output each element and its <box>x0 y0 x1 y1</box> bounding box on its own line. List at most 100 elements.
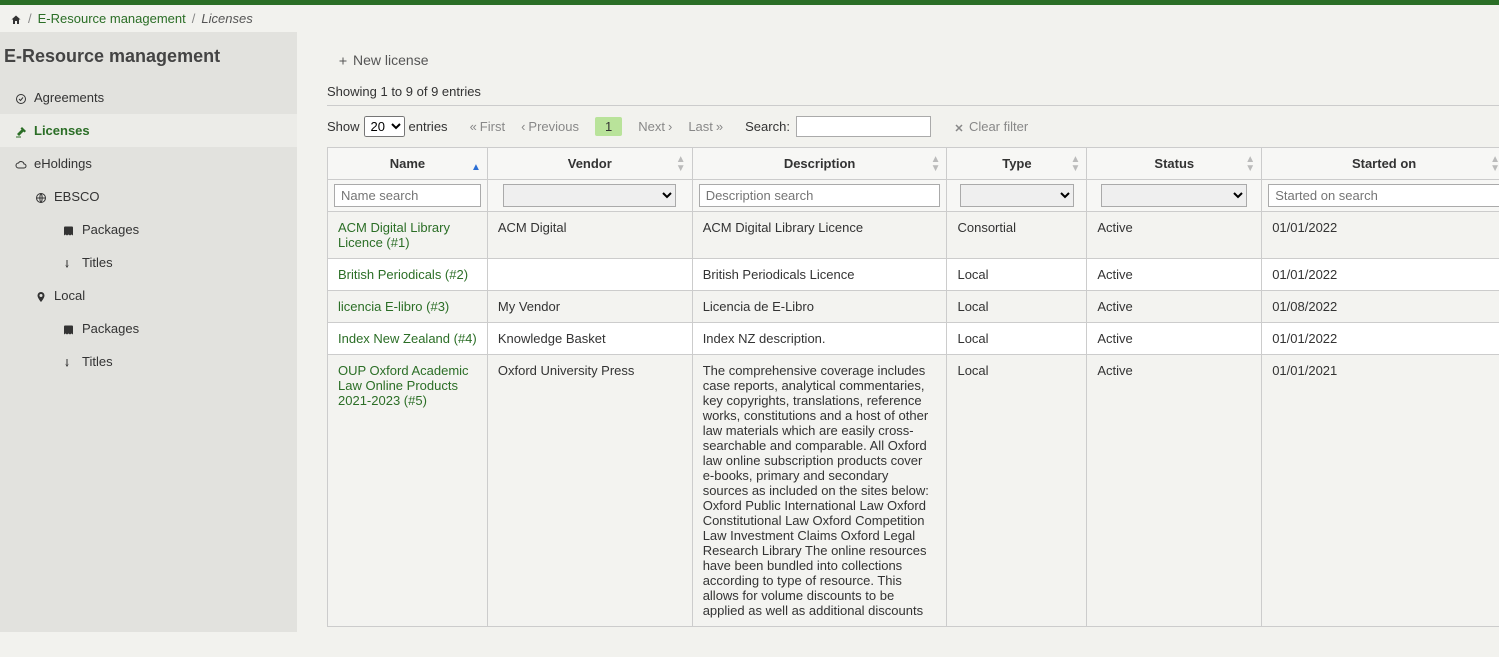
double-chevron-right-icon: » <box>716 119 723 134</box>
next-page-button[interactable]: Next › <box>638 119 672 134</box>
home-icon <box>10 11 22 26</box>
sidebar-item-licenses[interactable]: Licenses <box>0 114 297 147</box>
sidebar-item-label: Titles <box>82 354 113 369</box>
sort-asc-icon: ▲ <box>471 162 481 173</box>
sidebar-item-eholdings[interactable]: eHoldings <box>0 147 297 180</box>
filter-description-input[interactable] <box>699 184 941 207</box>
breadcrumb-erm[interactable]: E-Resource management <box>38 11 186 26</box>
table-row: licencia E-libro (#3)My VendorLicencia d… <box>328 291 1499 323</box>
pin-icon <box>34 288 48 303</box>
showing-entries-text: Showing 1 to 9 of 9 entries <box>327 74 1499 106</box>
license-name-link[interactable]: British Periodicals (#2) <box>338 267 468 282</box>
cell-status: Active <box>1087 291 1262 323</box>
column-header-type[interactable]: Type ▲▼ <box>947 148 1087 180</box>
sort-icon <box>62 255 76 270</box>
cell-type: Local <box>947 259 1087 291</box>
license-name-link[interactable]: OUP Oxford Academic Law Online Products … <box>338 363 469 408</box>
sidebar-item-titles[interactable]: Titles <box>0 246 297 279</box>
column-header-started[interactable]: Started on ▲▼ <box>1262 148 1499 180</box>
table-row: ACM Digital Library Licence (#1) ACM Digi… <box>328 212 1499 259</box>
breadcrumb-home[interactable] <box>10 11 22 26</box>
table-controls: Show 20 entries « First ‹ Previous 1 Nex… <box>327 106 1499 147</box>
license-name-link[interactable]: Index New Zealand (#4) <box>338 331 477 346</box>
search-label: Search: <box>745 119 790 134</box>
cell-desc: Licencia de E-Libro <box>692 291 947 323</box>
pagination: « First ‹ Previous 1 Next › Last » <box>470 117 724 136</box>
cell-name: ACM Digital Library Licence (#1) <box>328 212 488 259</box>
cell-name: licencia E-libro (#3) <box>328 291 488 323</box>
cell-name: OUP Oxford Academic Law Online Products … <box>328 355 488 627</box>
breadcrumb-current: Licenses <box>201 11 252 26</box>
sidebar-item-agreements[interactable]: Agreements <box>0 81 297 114</box>
first-page-button[interactable]: « First <box>470 119 506 134</box>
filter-vendor-select[interactable] <box>503 184 676 207</box>
sidebar-item-ebsco[interactable]: EBSCO <box>0 180 297 213</box>
double-chevron-left-icon: « <box>470 119 477 134</box>
book-icon <box>62 222 76 237</box>
page-size-select[interactable]: 20 <box>364 116 405 137</box>
license-name-link[interactable]: ACM Digital Library Licence (#1) <box>338 220 450 250</box>
cell-status: Active <box>1087 212 1262 259</box>
table-row: British Periodicals (#2) British Periodic… <box>328 259 1499 291</box>
sort-icon <box>62 354 76 369</box>
previous-page-button[interactable]: ‹ Previous <box>521 119 579 134</box>
cell-type: Consortial <box>947 212 1087 259</box>
cell-desc: The comprehensive coverage includes case… <box>692 355 947 627</box>
new-license-button[interactable]: New license <box>337 52 428 68</box>
license-name-link[interactable]: licencia E-libro (#3) <box>338 299 449 314</box>
cloud-icon <box>14 156 28 171</box>
filter-type-select[interactable] <box>960 184 1074 207</box>
cell-type: Local <box>947 291 1087 323</box>
sort-icon: ▲▼ <box>1490 155 1499 173</box>
cell-name: British Periodicals (#2) <box>328 259 488 291</box>
sidebar-item-packages[interactable]: Packages <box>0 312 297 345</box>
cell-vendor: ACM Digital <box>487 212 692 259</box>
sidebar-item-packages[interactable]: Packages <box>0 213 297 246</box>
sidebar-item-label: Titles <box>82 255 113 270</box>
page-size-control: Show 20 entries <box>327 116 448 137</box>
licenses-table: Name ▲ Vendor ▲▼ Description ▲▼ Type <box>327 147 1499 627</box>
cell-vendor: Knowledge Basket <box>487 323 692 355</box>
current-page[interactable]: 1 <box>595 117 622 136</box>
filter-status-select[interactable] <box>1101 184 1247 207</box>
breadcrumb-sep: / <box>192 11 196 26</box>
cell-vendor: Oxford University Press <box>487 355 692 627</box>
close-icon <box>953 119 965 134</box>
sidebar-item-label: Agreements <box>34 90 104 105</box>
column-header-status[interactable]: Status ▲▼ <box>1087 148 1262 180</box>
plus-icon <box>337 52 349 68</box>
sidebar-item-titles[interactable]: Titles <box>0 345 297 378</box>
cell-desc: ACM Digital Library Licence <box>692 212 947 259</box>
sidebar-item-label: eHoldings <box>34 156 92 171</box>
main-content: New license Showing 1 to 9 of 9 entries … <box>297 32 1499 641</box>
column-header-vendor[interactable]: Vendor ▲▼ <box>487 148 692 180</box>
cell-type: Local <box>947 323 1087 355</box>
last-page-button[interactable]: Last » <box>688 119 723 134</box>
sidebar-item-label: EBSCO <box>54 189 100 204</box>
filter-started-input[interactable] <box>1268 184 1499 207</box>
sidebar-item-label: Local <box>54 288 85 303</box>
cell-started: 01/01/2021 <box>1262 355 1499 627</box>
column-header-name[interactable]: Name ▲ <box>328 148 488 180</box>
sidebar: E-Resource management AgreementsLicenses… <box>0 32 297 632</box>
cell-desc: Index NZ description. <box>692 323 947 355</box>
sidebar-item-label: Packages <box>82 222 139 237</box>
cell-vendor <box>487 259 692 291</box>
cell-name: Index New Zealand (#4) <box>328 323 488 355</box>
chevron-left-icon: ‹ <box>521 119 525 134</box>
gavel-icon <box>14 123 28 138</box>
book-icon <box>62 321 76 336</box>
table-row: OUP Oxford Academic Law Online Products … <box>328 355 1499 627</box>
chevron-right-icon: › <box>668 119 672 134</box>
search-input[interactable] <box>796 116 931 137</box>
sort-icon: ▲▼ <box>931 155 941 173</box>
column-header-description[interactable]: Description ▲▼ <box>692 148 947 180</box>
cell-status: Active <box>1087 323 1262 355</box>
globe-icon <box>34 189 48 204</box>
filter-name-input[interactable] <box>334 184 481 207</box>
cell-desc: British Periodicals Licence <box>692 259 947 291</box>
clear-filter-button[interactable]: Clear filter <box>953 119 1028 134</box>
sidebar-item-local[interactable]: Local <box>0 279 297 312</box>
cell-started: 01/01/2022 <box>1262 323 1499 355</box>
cell-started: 01/08/2022 <box>1262 291 1499 323</box>
